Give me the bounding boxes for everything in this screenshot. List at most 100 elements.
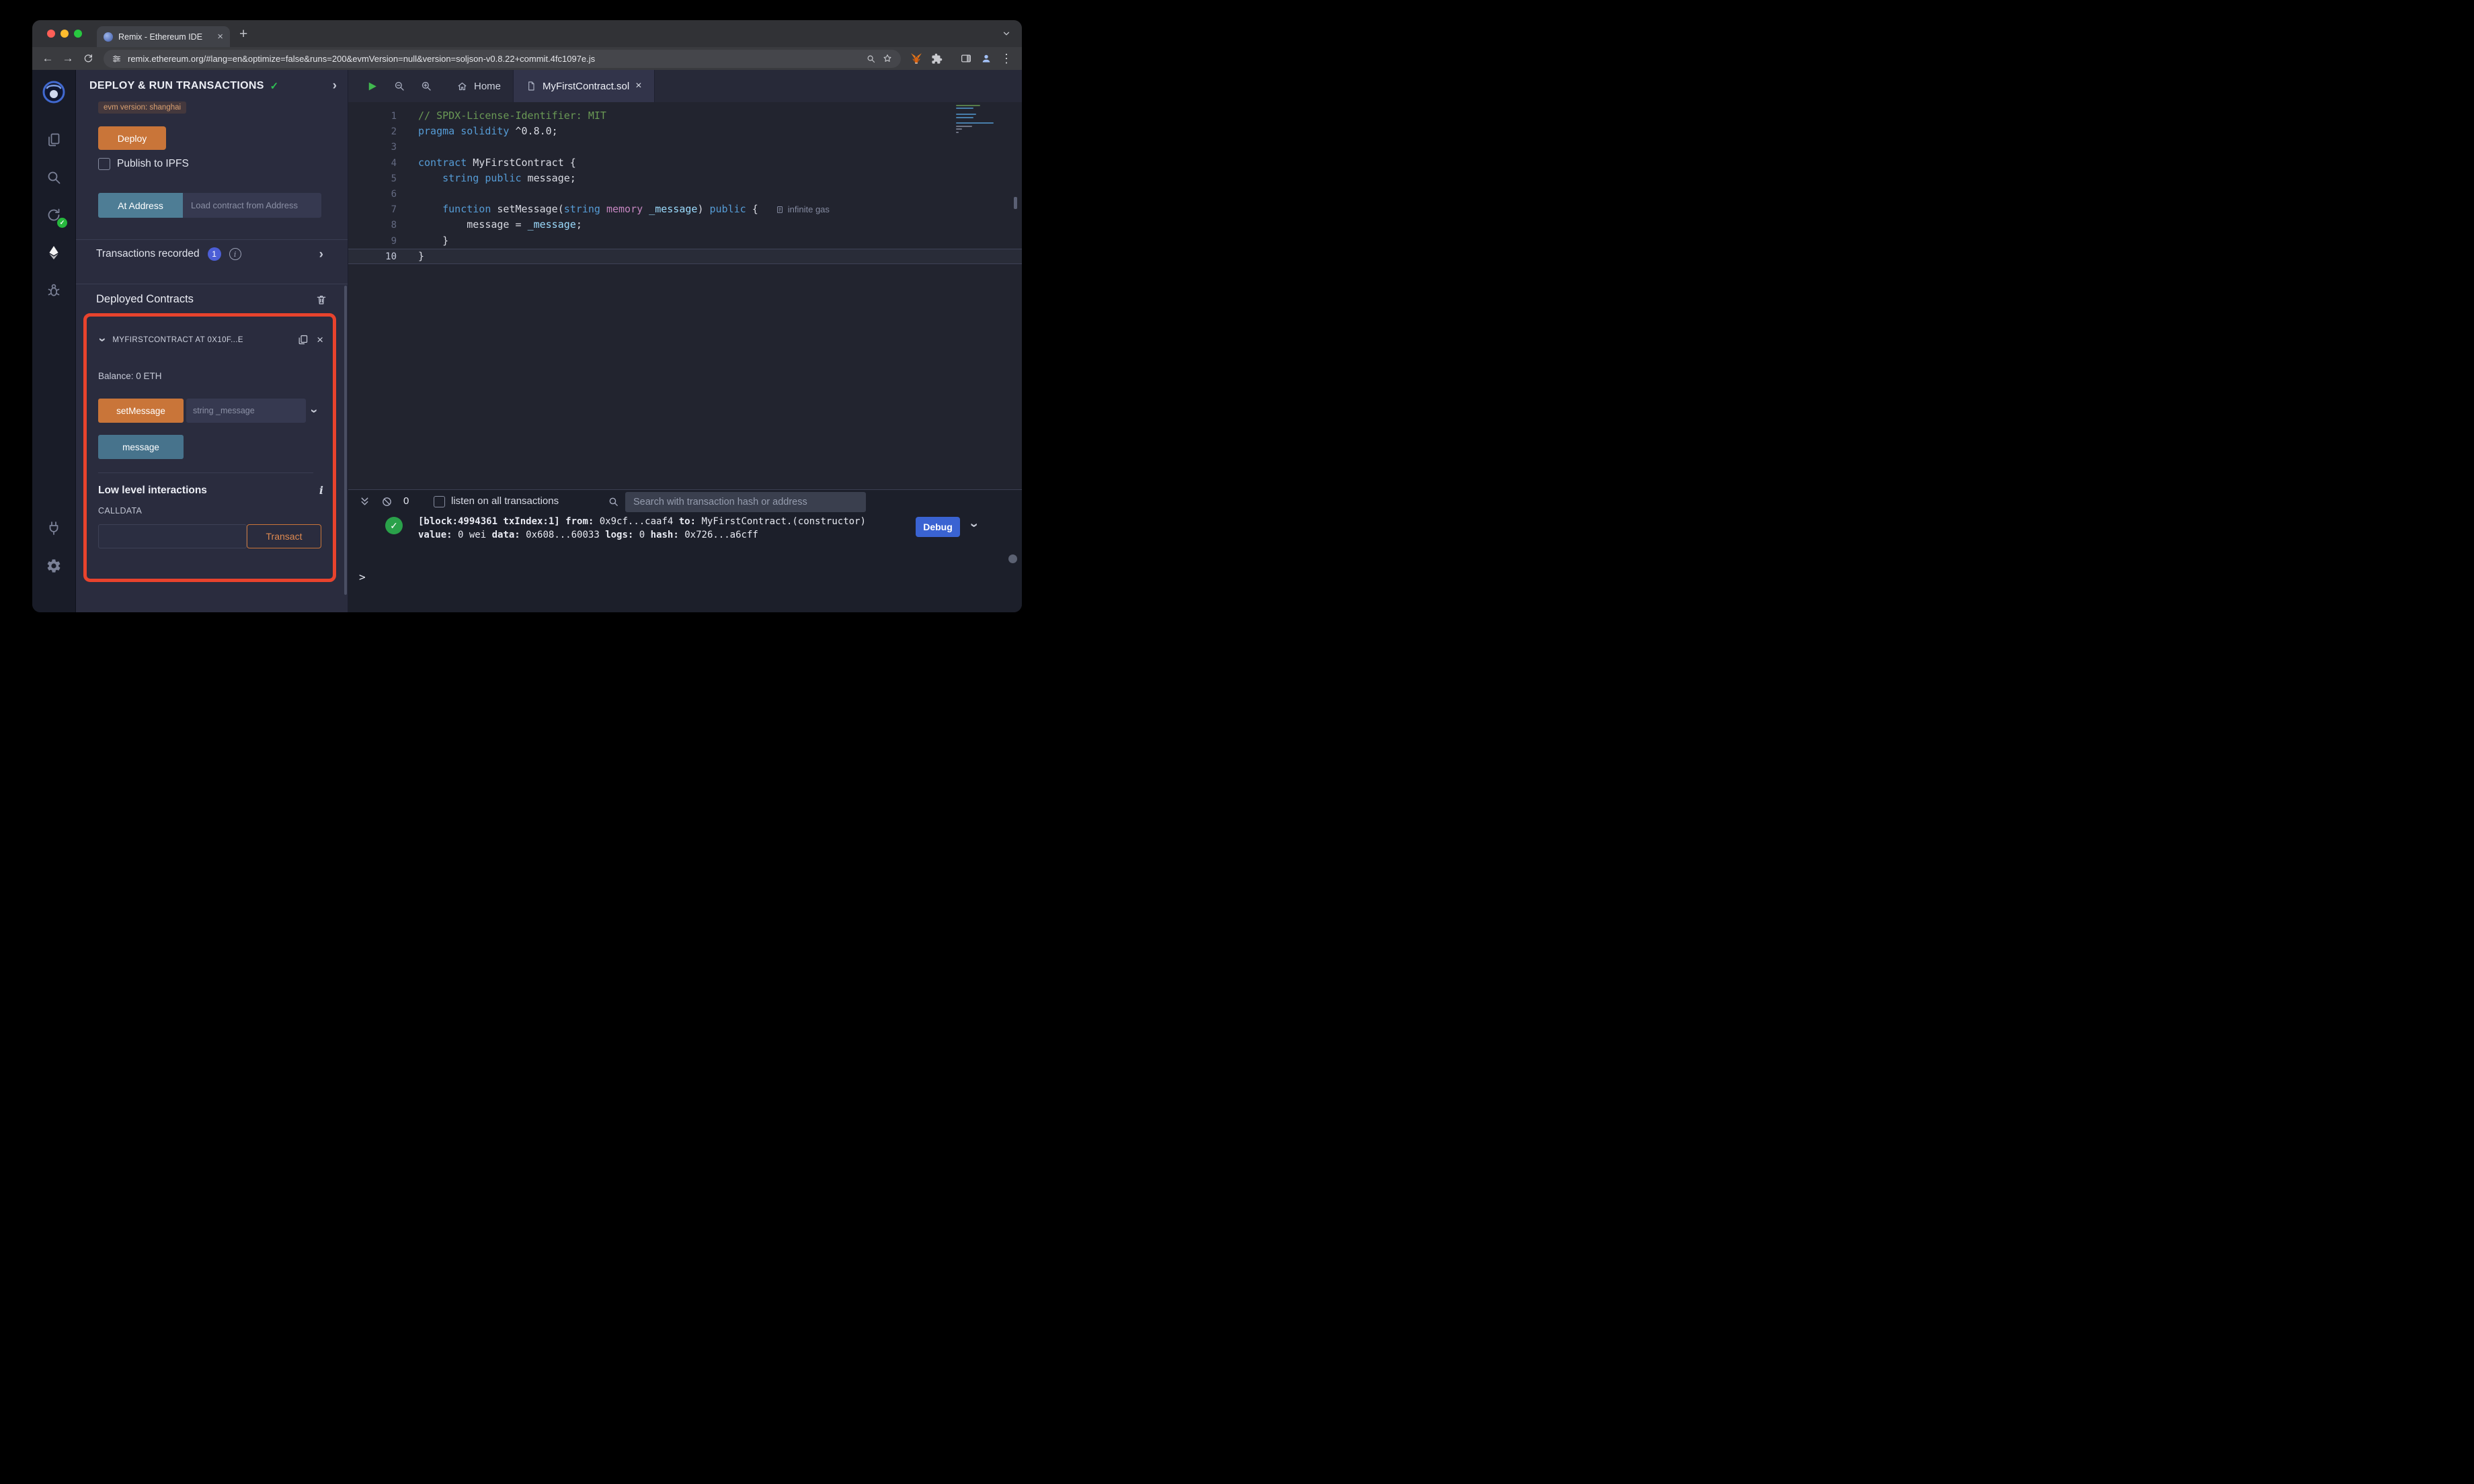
tab-close-icon[interactable]: × [635,81,641,91]
terminal-scroll-dot[interactable] [1008,554,1017,563]
address-bar[interactable]: remix.ethereum.org/#lang=en&optimize=fal… [104,49,901,68]
code-line[interactable]: 6 [348,186,1022,202]
file-explorer-icon[interactable] [44,130,64,150]
set-message-input[interactable] [186,399,306,423]
code-line[interactable]: 3 [348,139,1022,155]
debug-button[interactable]: Debug [916,517,960,537]
panel-check-icon: ✓ [270,80,279,92]
low-level-info-icon[interactable]: i [319,484,323,497]
code-line[interactable]: 1// SPDX-License-Identifier: MIT [348,108,1022,124]
copy-address-icon[interactable] [297,334,309,345]
browser-tab[interactable]: Remix - Ethereum IDE × [97,26,230,47]
side-panel-icon[interactable] [956,52,976,65]
back-button[interactable]: ← [38,52,58,65]
solidity-compiler-icon[interactable]: ✓ [44,205,67,228]
set-message-button[interactable]: setMessage [98,399,184,423]
publish-ipfs-checkbox[interactable] [98,158,110,170]
minimap-line [956,114,976,116]
refresh-button[interactable] [78,53,98,64]
minimap-line [956,116,973,118]
extensions-puzzle-icon[interactable] [926,53,947,65]
minimap[interactable] [956,105,1004,133]
window-close-button[interactable] [47,30,55,38]
minimap-line [956,108,973,110]
collapse-terminal-icon[interactable] [359,496,370,507]
at-address-input[interactable] [183,193,321,218]
remix-favicon-icon [104,32,113,42]
code-line[interactable]: 9 } [348,233,1022,249]
code-line[interactable]: 8 message = _message; [348,217,1022,233]
gas-estimate-annotation: infinite gas [776,204,830,214]
at-address-button[interactable]: At Address [98,193,183,218]
window-zoom-button[interactable] [74,30,82,38]
plugin-manager-icon[interactable] [44,518,64,538]
calldata-label: CALLDATA [98,506,143,516]
code-line[interactable]: 7 function setMessage(string memory _mes… [348,202,1022,217]
editor-scrollbar[interactable] [1014,197,1017,209]
pending-transactions-count: 0 [403,495,409,507]
panel-scrollbar[interactable] [344,286,347,595]
panel-expand-chevron-icon[interactable]: › [333,79,337,92]
remove-contract-icon[interactable]: × [317,334,323,345]
run-script-play-icon[interactable] [366,80,378,93]
deploy-run-icon[interactable] [44,243,64,263]
log-expand-chevron-icon[interactable]: › [967,518,982,533]
transact-button[interactable]: Transact [247,524,321,548]
forward-button[interactable]: → [58,52,78,65]
deployed-contracts-header: Deployed Contracts [96,293,327,306]
site-settings-icon[interactable] [112,54,122,64]
transactions-recorded-label: Transactions recorded [96,248,200,259]
info-icon[interactable]: i [229,248,241,260]
remix-logo-icon[interactable] [39,78,69,108]
deployed-contract-header-row[interactable]: › MYFIRSTCONTRACT AT 0X10F...E × [95,333,323,346]
new-tab-button[interactable]: + [239,27,247,41]
tab-close-icon[interactable]: × [217,32,223,42]
calldata-input[interactable] [98,524,247,548]
clear-console-icon[interactable] [381,496,393,507]
transactions-chevron-icon[interactable]: › [319,248,323,261]
transaction-log[interactable]: [block:4994361 txIndex:1] from: 0x9cf...… [418,516,866,542]
panel-title: DEPLOY & RUN TRANSACTIONS [89,79,264,91]
tab-home[interactable]: Home [444,70,513,102]
deploy-run-panel: DEPLOY & RUN TRANSACTIONS ✓ › evm versio… [76,70,348,612]
contract-title: MYFIRSTCONTRACT AT 0X10F...E [112,335,243,344]
terminal-search-icon [608,496,619,507]
transactions-count-badge: 1 [207,247,221,261]
metamask-icon[interactable] [906,52,926,65]
chevron-glyph: › [967,523,982,528]
terminal-prompt[interactable]: > [359,571,366,583]
zoom-out-icon[interactable] [393,80,405,92]
debugger-icon[interactable] [44,280,64,300]
tab-home-label: Home [474,80,502,92]
settings-gear-icon[interactable] [44,556,64,576]
zoom-icon[interactable] [866,54,876,64]
desktop-background: Remix - Ethereum IDE × + ← → remix.ether… [0,0,1054,632]
message-getter-button[interactable]: message [98,435,184,459]
deploy-button[interactable]: Deploy [98,126,166,150]
menu-kebab-icon[interactable]: ⋮ [996,52,1016,66]
code-line[interactable]: 4 contract MyFirstContract { [348,155,1022,171]
terminal-search-input[interactable] [625,492,866,512]
search-icon[interactable] [44,167,64,188]
code-line[interactable]: 10} [348,248,1022,264]
profile-avatar-icon[interactable] [976,52,996,65]
home-icon [456,81,468,92]
code-line[interactable]: 2 pragma solidity ^0.8.0; [348,124,1022,139]
browser-tab-strip: Remix - Ethereum IDE × + [32,20,1022,47]
minimap-line [956,131,959,133]
code-editor[interactable]: 1// SPDX-License-Identifier: MIT 2 pragma … [348,102,1022,489]
transaction-success-check-icon: ✓ [385,517,403,534]
icon-sidebar: ✓ [32,70,76,612]
bookmark-star-icon[interactable] [882,53,893,64]
listen-all-transactions-checkbox[interactable] [434,496,445,507]
window-minimize-button[interactable] [61,30,69,38]
expand-args-chevron-icon[interactable]: › [307,409,321,413]
solidity-file-icon [526,81,536,91]
zoom-in-icon[interactable] [420,80,432,92]
tab-list-chevron-icon[interactable] [1002,29,1011,38]
clear-contracts-trash-icon[interactable] [315,294,327,306]
url-text[interactable]: remix.ethereum.org/#lang=en&optimize=fal… [128,54,860,64]
contract-expand-chevron-icon[interactable]: › [95,337,110,341]
code-line[interactable]: 5 string public message; [348,171,1022,186]
tab-myfirstcontract[interactable]: MyFirstContract.sol × [513,70,655,102]
